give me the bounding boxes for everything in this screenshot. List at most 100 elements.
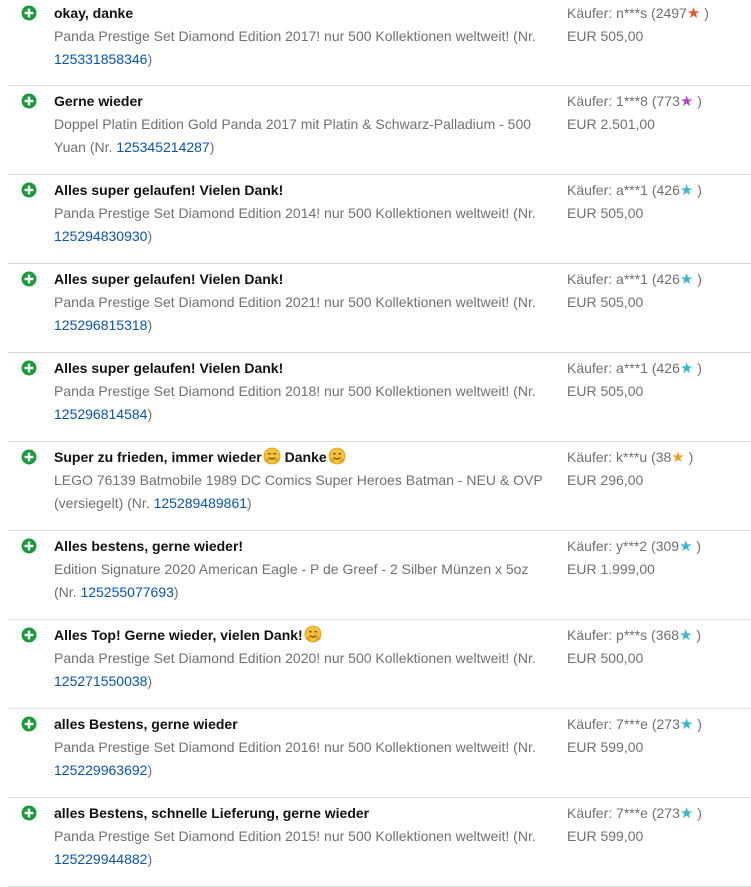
item-price: EUR 505,00 [567, 28, 644, 44]
feedback-comment: alles Bestens, gerne wieder [54, 714, 238, 734]
item-number-link[interactable]: 125255077693 [80, 584, 173, 600]
feedback-comment: Gerne wieder [54, 91, 143, 111]
item-number-suffix: ) [147, 673, 153, 689]
comment-text: Alles Top! Gerne wieder, vielen Dank! [54, 627, 303, 643]
buyer-suffix: ) [693, 271, 702, 287]
item-number-prefix: (Nr. [513, 205, 536, 221]
item-number-suffix: ) [147, 851, 153, 867]
feedback-row: alles Bestens, schnelle Lieferung, gerne… [8, 798, 751, 887]
item-price: EUR 505,00 [567, 294, 644, 310]
feedback-comment: Alles Top! Gerne wieder, vielen Dank! [54, 625, 322, 648]
feedback-row: Alles super gelaufen! Vielen Dank! Panda … [8, 264, 751, 353]
item-number-suffix: ) [147, 228, 153, 244]
item-number-prefix: (Nr. [513, 28, 536, 44]
item-number-link[interactable]: 125296815318 [54, 317, 147, 333]
comment-text: Alles super gelaufen! Vielen Dank! [54, 360, 284, 376]
buyer-suffix: ) [693, 182, 702, 198]
buyer-name-score: Käufer: y***2 (309 [567, 538, 680, 554]
buyer-name-score: Käufer: 7***e (273 [567, 805, 680, 821]
item-number-link[interactable]: 125331858346 [54, 51, 147, 67]
comment-text: Super zu frieden, immer wieder [54, 449, 262, 465]
item-number-prefix: (Nr. [127, 495, 154, 511]
item-description: Panda Prestige Set Diamond Edition 2017!… [54, 25, 554, 71]
buyer-info: Käufer: p***s (368★ ) [567, 625, 701, 646]
buyer-suffix: ) [693, 93, 702, 109]
item-description: Panda Prestige Set Diamond Edition 2021!… [54, 291, 554, 337]
feedback-comment: alles Bestens, schnelle Lieferung, gerne… [54, 803, 369, 823]
feedback-row: Alles Top! Gerne wieder, vielen Dank! Pan… [8, 620, 751, 709]
item-number-suffix: ) [247, 495, 252, 511]
feedback-comment: Super zu frieden, immer wieder Danke [54, 447, 346, 470]
item-description: Edition Signature 2020 American Eagle - … [54, 558, 554, 604]
item-description: Panda Prestige Set Diamond Edition 2014!… [54, 202, 554, 248]
buyer-name-score: Käufer: 7***e (273 [567, 716, 680, 732]
item-price: EUR 2.501,00 [567, 116, 655, 132]
item-description: LEGO 76139 Batmobile 1989 DC Comics Supe… [54, 469, 554, 515]
item-number-link[interactable]: 125294830930 [54, 228, 147, 244]
feedback-comment: Alles bestens, gerne wieder! [54, 536, 243, 556]
buyer-info: Käufer: 1***8 (773★ ) [567, 91, 702, 112]
feedback-comment: okay, danke [54, 3, 133, 23]
buyer-suffix: ) [692, 538, 702, 554]
buyer-info: Käufer: n***s (2497★ ) [567, 3, 709, 24]
item-price: EUR 599,00 [567, 739, 644, 755]
buyer-suffix: ) [692, 627, 702, 643]
buyer-name-score: Käufer: a***1 (426 [567, 360, 680, 376]
feedback-star-icon: ★ [679, 182, 694, 199]
hugging-face-icon [263, 447, 281, 470]
comment-text-after: Danke [280, 449, 327, 465]
item-title: Panda Prestige Set Diamond Edition 2017!… [54, 28, 514, 44]
item-number-suffix: ) [147, 317, 153, 333]
item-title: Panda Prestige Set Diamond Edition 2014!… [54, 205, 514, 221]
buyer-name-score: Käufer: 1***8 (773 [567, 93, 680, 109]
item-number-link[interactable]: 125345214287 [116, 139, 209, 155]
buyer-name-score: Käufer: a***1 (426 [567, 271, 680, 287]
item-title: Panda Prestige Set Diamond Edition 2015!… [54, 828, 514, 844]
buyer-info: Käufer: k***u (38★ ) [567, 447, 693, 468]
item-description: Panda Prestige Set Diamond Edition 2015!… [54, 825, 554, 871]
feedback-star-icon: ★ [686, 5, 701, 22]
item-number-link[interactable]: 125296814584 [54, 406, 147, 422]
feedback-star-icon: ★ [679, 716, 694, 733]
feedback-star-icon: ★ [679, 360, 694, 377]
feedback-comment: Alles super gelaufen! Vielen Dank! [54, 180, 283, 200]
item-number-prefix: (Nr. [513, 739, 536, 755]
item-description: Panda Prestige Set Diamond Edition 2020!… [54, 647, 554, 693]
feedback-comment: Alles super gelaufen! Vielen Dank! [54, 269, 283, 289]
item-number-link[interactable]: 125271550038 [54, 673, 147, 689]
item-title: Edition Signature 2020 American Eagle - … [54, 561, 529, 577]
feedback-row: okay, danke Panda Prestige Set Diamond Ed… [8, 0, 751, 86]
buyer-suffix: ) [700, 5, 709, 21]
buyer-info: Käufer: a***1 (426★ ) [567, 180, 702, 201]
item-number-link[interactable]: 125229944882 [54, 851, 147, 867]
item-price: EUR 1.999,00 [567, 561, 655, 577]
item-number-link[interactable]: 125289489861 [154, 495, 247, 511]
item-number-prefix: (Nr. [513, 294, 536, 310]
buyer-name-score: Käufer: p***s (368 [567, 627, 680, 643]
item-number-link[interactable]: 125229963692 [54, 762, 147, 778]
comment-text: okay, danke [54, 5, 134, 21]
buyer-info: Käufer: a***1 (426★ ) [567, 269, 702, 290]
buyer-suffix: ) [693, 360, 702, 376]
comment-text: Gerne wieder [54, 93, 143, 109]
item-number-suffix: ) [147, 51, 153, 67]
item-description: Panda Prestige Set Diamond Edition 2016!… [54, 736, 554, 782]
comment-text: alles Bestens, schnelle Lieferung, gerne… [54, 805, 370, 821]
buyer-suffix: ) [684, 449, 694, 465]
feedback-row: Gerne wieder Doppel Platin Edition Gold P… [8, 86, 751, 175]
hugging-face-icon [328, 447, 346, 470]
buyer-name-score: Käufer: a***1 (426 [567, 182, 680, 198]
feedback-star-icon: ★ [671, 449, 685, 466]
item-price: EUR 505,00 [567, 383, 644, 399]
buyer-name-score: Käufer: k***u (38 [567, 449, 672, 465]
comment-text: Alles super gelaufen! Vielen Dank! [54, 271, 284, 287]
feedback-star-icon: ★ [679, 93, 694, 110]
item-number-prefix: (Nr. [89, 139, 117, 155]
item-number-suffix: ) [173, 584, 179, 600]
feedback-row: Alles super gelaufen! Vielen Dank! Panda … [8, 175, 751, 264]
feedback-row: Alles super gelaufen! Vielen Dank! Panda … [8, 353, 751, 442]
buyer-info: Käufer: 7***e (273★ ) [567, 803, 702, 824]
item-title: Panda Prestige Set Diamond Edition 2020!… [54, 650, 514, 666]
item-price: EUR 500,00 [567, 650, 644, 666]
item-number-prefix: (Nr. [513, 650, 536, 666]
